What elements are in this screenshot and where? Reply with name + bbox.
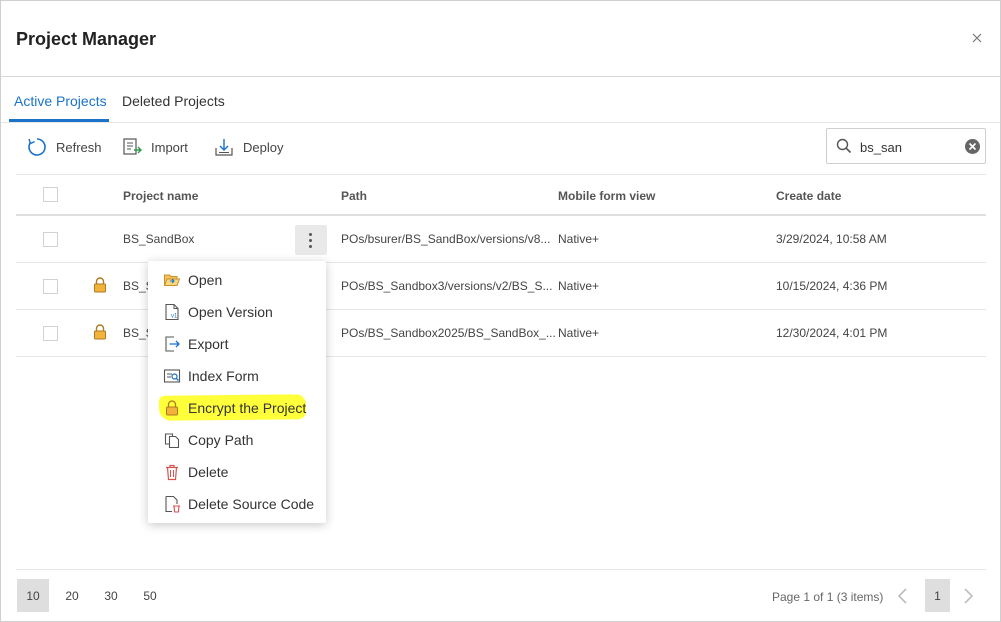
active-tab-indicator: [9, 119, 109, 122]
mobile-view-cell: Native+: [558, 326, 600, 340]
column-header-mobile-form-view: Mobile form view: [558, 189, 656, 203]
toolbar: Refresh Import Deploy: [1, 123, 1000, 173]
menu-item-copy-path[interactable]: Copy Path: [148, 424, 326, 456]
menu-item-label: Encrypt the Project: [188, 400, 307, 416]
menu-item-label: Delete Source Code: [188, 496, 315, 512]
column-header-path: Path: [341, 189, 368, 203]
refresh-icon: [28, 138, 46, 156]
project-manager-dialog: Project Manager Active Projects Deleted …: [0, 0, 1001, 622]
copy-icon: [164, 433, 180, 449]
menu-item-label: Index Form: [188, 368, 259, 384]
deploy-label: Deploy: [243, 139, 284, 155]
create-date-cell: 10/15/2024, 4:36 PM: [776, 279, 888, 293]
page-size-10[interactable]: 10: [17, 579, 49, 612]
clear-search-icon[interactable]: [964, 138, 981, 155]
tab-bar: Active Projects Deleted Projects: [1, 77, 1000, 123]
refresh-label: Refresh: [56, 139, 102, 155]
mobile-view-cell: Native+: [558, 279, 600, 293]
tab-deleted-projects[interactable]: Deleted Projects: [122, 93, 225, 109]
table-row[interactable]: BS_SandBox POs/bsurer/BS_SandBox/version…: [16, 216, 986, 263]
lock-icon: [94, 277, 106, 293]
menu-item-delete-source-code[interactable]: Delete Source Code: [148, 488, 326, 520]
path-cell: POs/BS_Sandbox2025/BS_SandBox_...: [341, 326, 556, 340]
row-context-menu: Open v1 Open Version Export Index Form E…: [148, 261, 326, 523]
trash-icon: [166, 464, 178, 481]
path-cell: POs/BS_Sandbox3/versions/v2/BS_S...: [341, 279, 553, 293]
select-all-checkbox[interactable]: [43, 187, 58, 202]
menu-item-delete[interactable]: Delete: [148, 456, 326, 488]
menu-item-export[interactable]: Export: [148, 328, 326, 360]
create-date-cell: 12/30/2024, 4:01 PM: [776, 326, 888, 340]
current-page-button[interactable]: 1: [925, 579, 950, 612]
menu-item-label: Open Version: [188, 304, 273, 320]
menu-item-label: Copy Path: [188, 432, 254, 448]
kebab-dot: [309, 233, 312, 236]
kebab-dot: [309, 239, 312, 242]
dialog-header: Project Manager: [1, 1, 1000, 77]
menu-item-encrypt-project[interactable]: Encrypt the Project: [148, 392, 326, 424]
page-size-20[interactable]: 20: [56, 579, 88, 612]
menu-item-index-form[interactable]: Index Form: [148, 360, 326, 392]
search-input[interactable]: [860, 137, 960, 157]
close-icon: [972, 33, 982, 43]
close-button[interactable]: [970, 31, 984, 45]
kebab-dot: [309, 245, 312, 248]
folder-open-icon: [163, 274, 181, 286]
tab-active-projects[interactable]: Active Projects: [14, 93, 107, 109]
menu-item-label: Open: [188, 272, 223, 288]
dialog-title: Project Manager: [16, 29, 157, 49]
column-header-project-name: Project name: [123, 189, 199, 203]
import-button[interactable]: Import: [121, 135, 188, 159]
search-icon: [836, 138, 852, 154]
menu-item-open[interactable]: Open: [148, 264, 326, 296]
row-checkbox[interactable]: [43, 326, 58, 341]
row-checkbox[interactable]: [43, 232, 58, 247]
menu-item-open-version[interactable]: v1 Open Version: [148, 296, 326, 328]
table-header: Project name Path Mobile form view Creat…: [16, 174, 986, 216]
deploy-button[interactable]: Deploy: [213, 135, 283, 159]
row-actions-button[interactable]: [295, 225, 327, 255]
prev-page-icon[interactable]: [896, 587, 910, 605]
refresh-button[interactable]: Refresh: [26, 135, 102, 159]
deploy-icon: [215, 139, 233, 156]
lock-icon: [94, 324, 106, 340]
project-name-cell: BS_SandBox: [123, 232, 195, 246]
menu-item-label: Delete: [188, 464, 229, 480]
page-size-30[interactable]: 30: [95, 579, 127, 612]
export-icon: [165, 336, 180, 352]
svg-text:v1: v1: [171, 314, 178, 320]
pagination-footer: 10 20 30 50 Page 1 of 1 (3 items) 1: [16, 569, 986, 622]
mobile-view-cell: Native+: [558, 232, 600, 246]
delete-file-icon: [165, 495, 180, 513]
menu-item-label: Export: [188, 336, 229, 352]
path-cell: POs/bsurer/BS_SandBox/versions/v8...: [341, 232, 551, 246]
page-info: Page 1 of 1 (3 items): [772, 590, 884, 604]
column-header-create-date: Create date: [776, 189, 842, 203]
page-size-50[interactable]: 50: [134, 579, 166, 612]
create-date-cell: 3/29/2024, 10:58 AM: [776, 232, 887, 246]
lock-icon: [166, 400, 178, 416]
index-form-icon: [163, 369, 181, 383]
import-icon: [123, 138, 142, 155]
row-checkbox[interactable]: [43, 279, 58, 294]
import-label: Import: [151, 139, 188, 155]
search-box: [826, 128, 986, 164]
file-version-icon: v1: [165, 303, 179, 321]
next-page-icon[interactable]: [961, 587, 975, 605]
